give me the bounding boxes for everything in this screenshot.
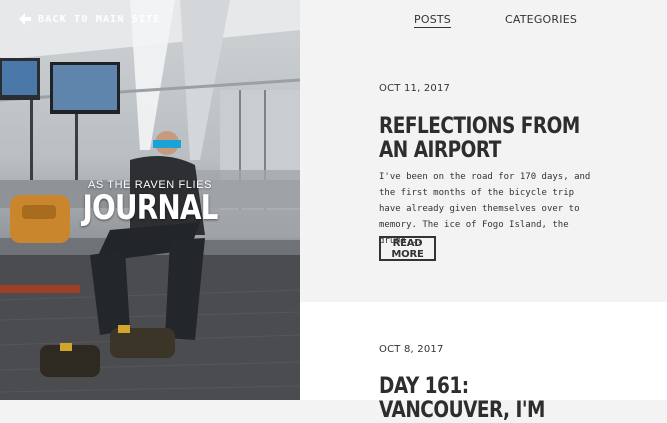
post-date: OCT 8, 2017 [379,344,444,355]
top-nav: POSTS CATEGORIES [300,13,667,29]
arrow-left-icon [19,13,31,25]
read-more-button[interactable]: READ MORE [379,236,436,261]
post-card: OCT 8, 2017 DAY 161: VANCOUVER, I'M [300,302,667,423]
journal-title: JOURNAL [82,188,218,228]
posts-content: POSTS CATEGORIES OCT 11, 2017 REFLECTION… [300,0,667,423]
back-to-main-site-link[interactable]: BACK TO MAIN SITE [18,12,161,26]
post-date: OCT 11, 2017 [379,83,451,94]
back-link-label: BACK TO MAIN SITE [38,13,161,25]
post-title[interactable]: DAY 161: VANCOUVER, I'M [379,375,589,423]
post-title[interactable]: REFLECTIONS FROM AN AIRPORT [379,115,589,163]
nav-posts-link[interactable]: POSTS [414,13,451,28]
nav-categories-link[interactable]: CATEGORIES [505,13,577,26]
hero-panel: BACK TO MAIN SITE AS THE RAVEN FLIES JOU… [0,0,300,400]
post-card: OCT 11, 2017 REFLECTIONS FROM AN AIRPORT… [300,60,667,300]
